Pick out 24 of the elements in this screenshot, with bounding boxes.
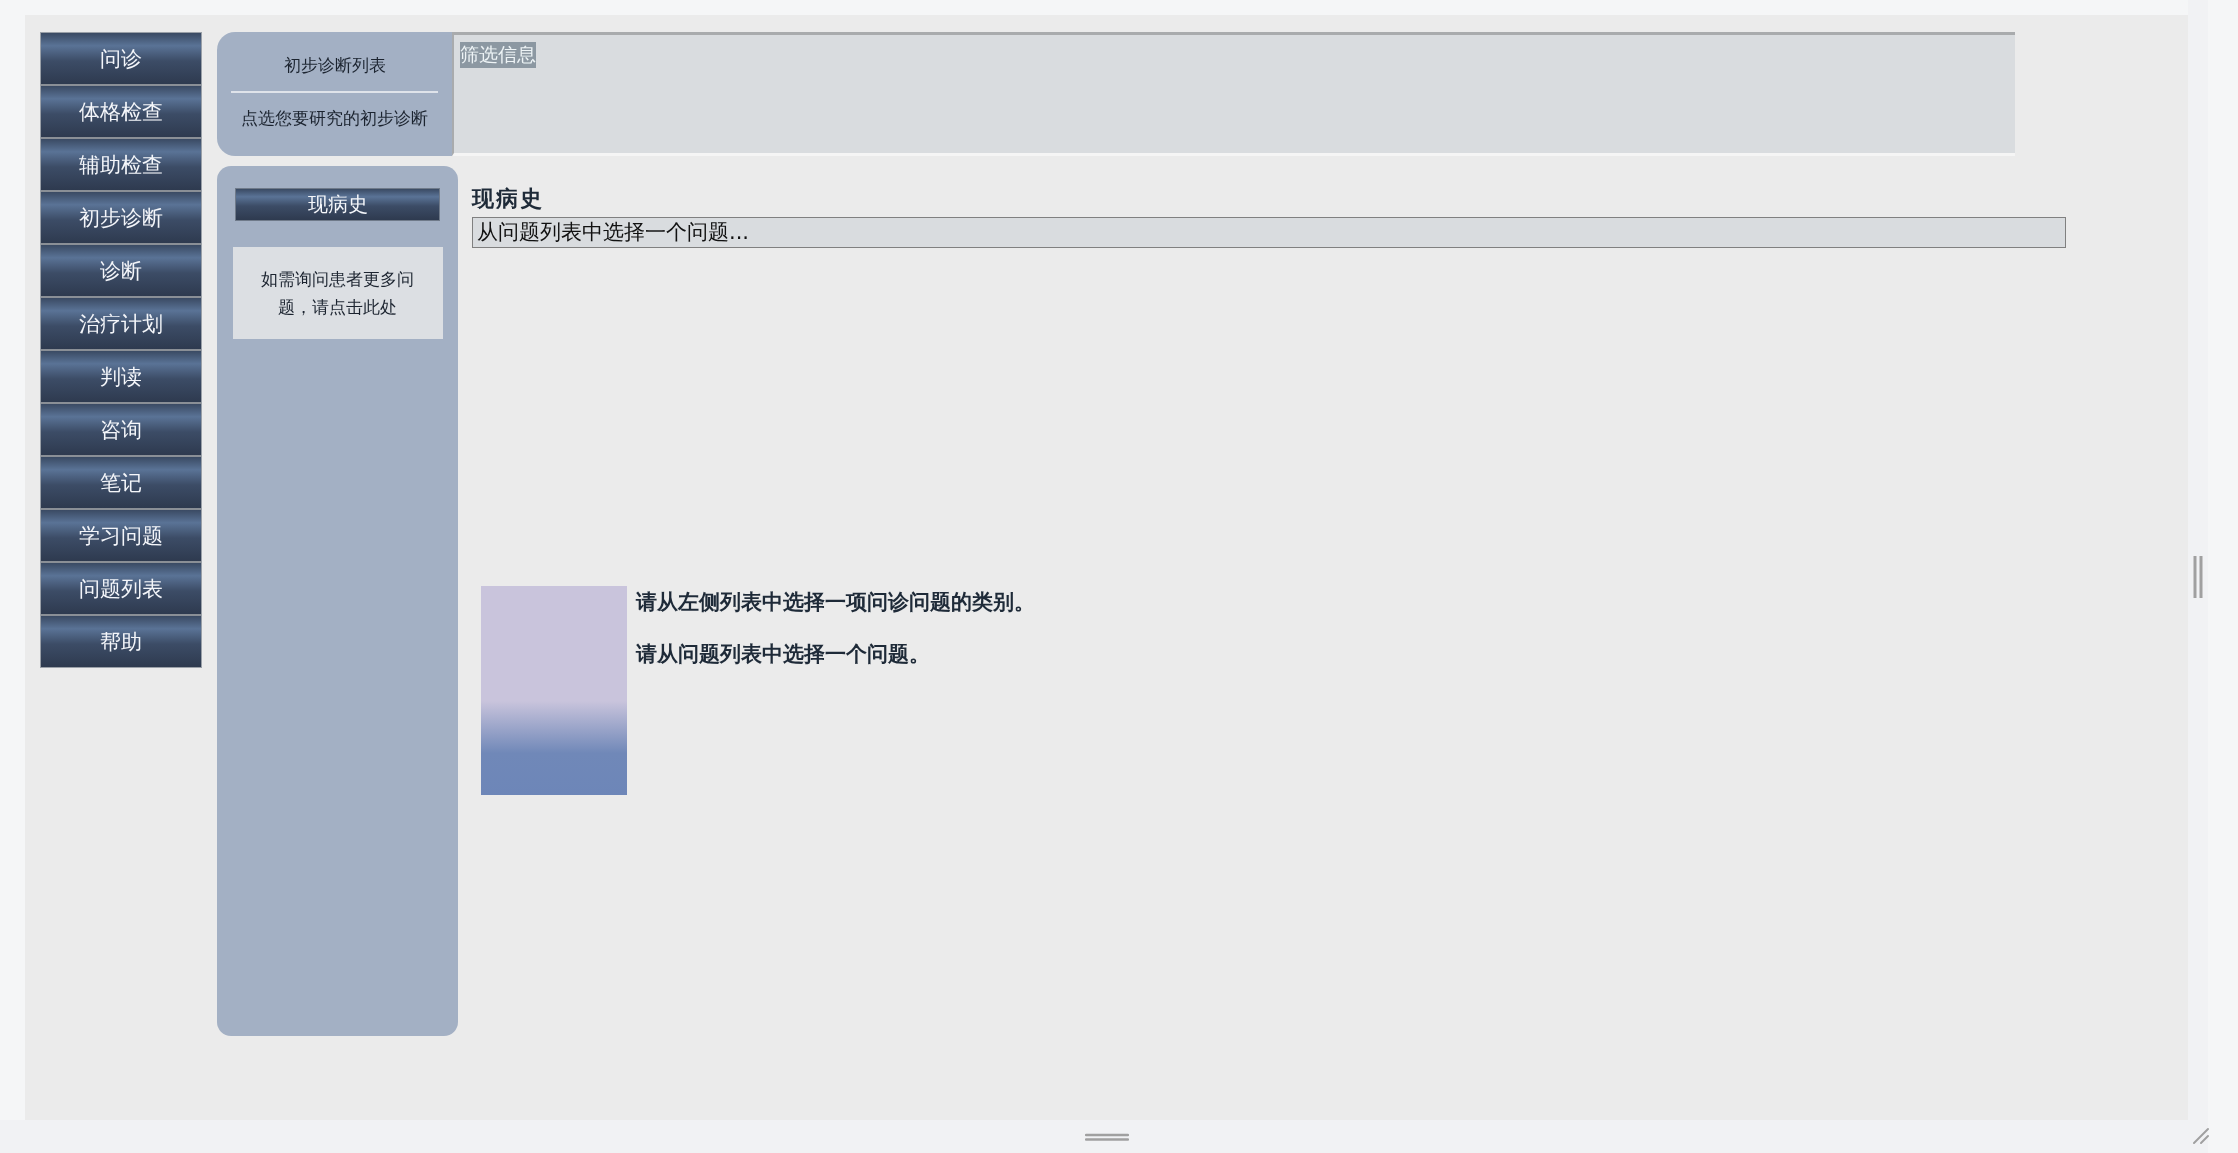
category-button[interactable]: 现病史: [235, 188, 440, 221]
nav-button[interactable]: 初步诊断: [41, 192, 201, 243]
nav-button[interactable]: 问诊: [41, 33, 201, 84]
nav-button[interactable]: 问题列表: [41, 563, 201, 614]
instruction-text: 请从问题列表中选择一个问题。: [636, 641, 931, 668]
filter-label: 筛选信息: [460, 42, 536, 68]
panel-hint: 点选您要研究的初步诊断: [241, 107, 428, 130]
nav-button[interactable]: 帮助: [41, 616, 201, 667]
resize-handle-icon[interactable]: [1084, 1132, 1129, 1141]
nav-button[interactable]: 咨询: [41, 404, 201, 455]
panel-title: 初步诊断列表: [283, 54, 386, 77]
section-heading: 现病史: [472, 185, 545, 213]
nav-button[interactable]: 判读: [41, 351, 201, 402]
resize-corner-icon[interactable]: [2192, 1127, 2210, 1145]
nav-button[interactable]: 学习问题: [41, 510, 201, 561]
question-select[interactable]: 从问题列表中选择一个问题...: [472, 217, 2066, 248]
nav-button[interactable]: 治疗计划: [41, 298, 201, 349]
nav-button[interactable]: 笔记: [41, 457, 201, 508]
nav-button[interactable]: 辅助检查: [41, 139, 201, 190]
nav-button[interactable]: 体格检查: [41, 86, 201, 137]
instruction-text: 请从左侧列表中选择一项问诊问题的类别。: [636, 589, 1035, 616]
resize-handle-icon[interactable]: [2193, 554, 2203, 599]
nav-button[interactable]: 诊断: [41, 245, 201, 296]
more-questions-link[interactable]: 如需询问患者更多问题，请点击此处: [232, 247, 443, 339]
